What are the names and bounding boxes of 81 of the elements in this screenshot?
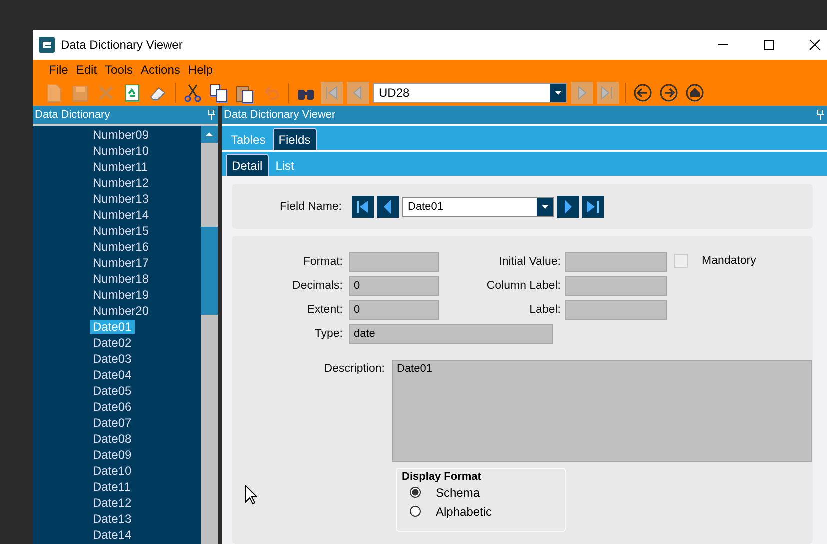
field-list-item[interactable]: Date04 [90,368,135,382]
field-list-item[interactable]: Date03 [90,352,135,366]
group-title: Display Format [402,471,482,483]
pin-icon[interactable] [817,110,824,120]
field-list-item[interactable]: Date11 [90,480,134,494]
mouse-pointer-icon [245,485,258,505]
field-list-item[interactable]: Date14 [90,528,135,542]
field-label: Label: [528,304,561,316]
menu-item[interactable]: Actions [137,63,184,77]
cut-icon[interactable] [182,82,204,104]
next-record-icon[interactable] [557,196,579,218]
app-logo-icon [39,37,55,53]
field-list-item[interactable]: Number17 [90,256,152,270]
input-field[interactable]: 0 [349,276,439,296]
tab[interactable]: Detail [226,154,269,176]
input-field[interactable] [565,276,667,296]
field-list-item[interactable]: Date08 [90,432,135,446]
input-field[interactable] [565,252,667,272]
scroll-up-icon[interactable] [201,126,218,143]
dropdown-caret-icon[interactable] [554,91,562,95]
field-label: Description: [323,362,386,377]
field-list-item[interactable]: Date12 [90,496,135,510]
back-icon[interactable] [632,82,654,104]
field-list-item[interactable]: Number11 [90,160,152,174]
radio-label: Alphabetic [436,504,492,518]
field-list-item[interactable]: Date07 [90,416,135,430]
previous-record-icon[interactable] [377,196,399,218]
field-list-item[interactable]: Date06 [90,400,135,414]
field-list-item[interactable]: Number16 [90,240,152,254]
tab[interactable]: Fields [272,128,317,150]
radio-label: Schema [436,486,480,500]
field-list-item[interactable]: Number09 [90,128,152,142]
field-list-item[interactable]: Number15 [90,224,152,238]
window-title: Data Dictionary Viewer [61,38,183,52]
field-list-item[interactable]: Date13 [90,512,135,526]
copy-icon[interactable] [208,82,230,104]
table-combo[interactable]: UD28 [373,83,567,103]
field-list-item[interactable]: Number20 [90,304,152,318]
field-label: Type: [314,328,343,340]
close-icon[interactable] [809,39,821,51]
radio-button[interactable] [410,506,421,517]
field-list-item[interactable]: Number12 [90,176,152,190]
field-list-item[interactable]: Number19 [90,288,152,302]
last-record-icon[interactable] [582,196,604,218]
description-field[interactable]: Date01 [392,360,812,462]
menu-item[interactable]: Edit [72,63,102,77]
home-icon[interactable] [684,82,706,104]
dropdown-caret-icon[interactable] [542,204,548,208]
scrollbar[interactable] [201,126,218,544]
field-label: Decimals: [292,280,343,292]
panel-title: Data Dictionary [35,109,110,121]
input-field[interactable] [349,252,439,272]
first-record-icon[interactable] [352,196,374,218]
field-list-item[interactable]: Date10 [90,464,135,478]
field-name-combo[interactable]: Date01 [402,196,554,216]
radio-button[interactable] [410,487,421,498]
pin-icon[interactable] [208,110,215,120]
field-list-item[interactable]: Date02 [90,336,135,350]
field-list-item[interactable]: Date05 [90,384,135,398]
field-label: Extent: [306,304,343,316]
forward-icon[interactable] [658,82,680,104]
field-list-item[interactable]: Number14 [90,208,152,222]
field-label: Column Label: [486,280,561,292]
field-list-item[interactable]: Number13 [90,192,152,206]
checkbox-label: Mandatory [702,255,756,267]
scroll-thumb[interactable] [201,227,218,315]
maximize-icon[interactable] [763,39,775,51]
checkbox[interactable] [674,254,688,268]
field-list-item[interactable]: Date09 [90,448,135,462]
field-label: Initial Value: [498,256,561,268]
menu-item[interactable]: File [45,63,72,77]
field-label: Field Name: [279,200,343,212]
input-field[interactable] [565,300,667,320]
menu-item[interactable]: Help [184,63,218,77]
menu-item[interactable]: Tools [101,63,138,77]
field-label: Format: [302,256,343,268]
input-field[interactable]: date [349,324,553,344]
input-field[interactable]: 0 [349,300,439,320]
field-list-item[interactable]: Number18 [90,272,152,286]
field-list-item[interactable]: Number10 [90,144,152,158]
panel-title: Data Dictionary Viewer [224,109,336,121]
